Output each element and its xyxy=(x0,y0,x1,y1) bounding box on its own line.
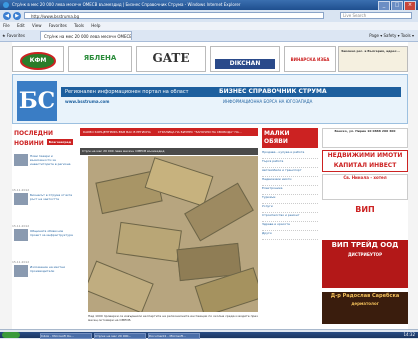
ad-real-estate-line1: НЕДВИЖИМИ ИМОТИ xyxy=(327,152,403,159)
news-thumbnail[interactable] xyxy=(14,229,28,241)
classifieds-category[interactable]: Други xyxy=(262,231,318,240)
ad-doctor[interactable]: Д-р Радослав Саребска дерматолог xyxy=(322,292,408,324)
site-header: БС Регионален информационен портал на об… xyxy=(12,74,408,124)
ad-vip-trade[interactable]: ВИП ТРЕЙД ООД ДИСТРИБУТОР xyxy=(322,240,408,288)
news-item[interactable]: 15.11.2012 Изложение на местни производи… xyxy=(12,260,74,277)
classifieds-category[interactable]: Туризъм xyxy=(262,195,318,204)
ad-real-estate-line2: КАПИТАЛ ИНВЕСТ xyxy=(333,162,397,169)
classifieds-category[interactable]: Услуги xyxy=(262,204,318,213)
ad-vip-trade-line2: ДИСТРИБУТОР xyxy=(347,252,383,257)
classifieds-heading: МАЛКИ ОБЯВИ xyxy=(262,128,318,148)
header-subtitle: ИНФОРМАЦИОННА БОРСА НА ЮГОЗАПАДА xyxy=(223,99,313,104)
classifieds-heading-line2: ОБЯВИ xyxy=(264,138,288,145)
banner-kfm-logo: КФМ xyxy=(20,52,56,70)
site-logo[interactable]: БС xyxy=(17,81,57,121)
category-bar: КАКВО КОНЦЕНТРИРА ВЪВ ВАС В РЕГИОНА СТРА… xyxy=(80,128,258,136)
region-tag[interactable]: Благоевград xyxy=(46,139,73,145)
taskbar-item[interactable]: Inbox - Microsoft Ou... xyxy=(40,333,92,339)
latest-news-heading: ПОСЛЕДНИ НОВИНИ Благоевград xyxy=(12,128,74,150)
story-photo[interactable] xyxy=(88,156,258,312)
ad-vip-logo[interactable]: ВИП xyxy=(322,202,408,236)
story-headline[interactable]: Стр/н на мес 20 000 лева месечн ОМЕСВ въ… xyxy=(80,148,258,155)
ad-vip-trade-line1: ВИП ТРЕЙД ООД xyxy=(331,241,399,249)
category-link[interactable]: СТРАНИЦА НА БИЗНЕС "ЗАПОЧНИ НА СВОБОДА" … xyxy=(155,130,245,134)
site-tagline: Регионален информационен портал на облас… xyxy=(65,89,189,95)
main-story-column: КАКВО КОНЦЕНТРИРА ВЪВ ВАС В РЕГИОНА СТРА… xyxy=(80,128,258,329)
story-caption: Над 1000 проверки са извършили експертит… xyxy=(88,314,258,322)
banknote-image xyxy=(88,260,154,312)
banner-notice[interactable]: Законно рег. в България, адрес... xyxy=(338,46,408,72)
menu-help[interactable]: Help xyxy=(88,22,103,30)
menu-view[interactable]: View xyxy=(29,22,45,30)
back-arrow-icon[interactable]: ◀ xyxy=(3,12,11,20)
banknote-image xyxy=(116,221,182,263)
news-date: 15.11.2012 xyxy=(12,188,30,192)
news-title[interactable]: Бизнесът в Струма отчита ръст на заетост… xyxy=(30,193,74,201)
start-button[interactable] xyxy=(2,332,20,338)
window-title: Стр/нк в мес 20 000 лева месечн ОМЕСВ въ… xyxy=(12,2,241,7)
window-title-bar: Стр/нк в мес 20 000 лева месечн ОМЕСВ въ… xyxy=(0,0,418,11)
classifieds-category-list: Продава - купува и работа Търся работа А… xyxy=(262,150,318,240)
clock: 14:32 xyxy=(403,332,415,337)
favorites-button[interactable]: ★ Favorites xyxy=(2,32,25,39)
ad-doctor-line1: Д-р Радослав Саребска xyxy=(330,293,400,299)
command-bar[interactable]: Page ▾ Safety ▾ Tools ▾ xyxy=(369,32,414,39)
banner-yablena[interactable]: ЯБЛЕНА xyxy=(68,46,132,72)
latest-news-column: ПОСЛЕДНИ НОВИНИ Благоевград Нови пазари … xyxy=(12,128,74,329)
banner-gate-logo: GATE xyxy=(152,51,190,65)
classifieds-category[interactable]: Автомобили и транспорт xyxy=(262,168,318,177)
banner-yablena-logo: ЯБЛЕНА xyxy=(83,54,117,62)
ad-bansko[interactable]: Банско, ул. Пирин 10 0888 200 400 xyxy=(322,128,408,148)
classifieds-category[interactable]: Недвижими имоти xyxy=(262,177,318,186)
news-title[interactable]: Изложение на местни производители xyxy=(30,265,74,273)
classifieds-category[interactable]: Здраве и красота xyxy=(262,222,318,231)
banner-winery-text: ВИНАРСКА ИЗБА xyxy=(290,57,330,62)
directory-name: БИЗНЕС СПРАВОЧНИК СТРУМА xyxy=(219,88,327,95)
news-thumbnail[interactable] xyxy=(14,265,28,277)
news-date: 15.11.2012 xyxy=(12,224,30,228)
classifieds-category[interactable]: Строителство и ремонт xyxy=(262,213,318,222)
news-thumbnail[interactable] xyxy=(14,154,28,166)
news-title[interactable]: Нови пазари и възможности за инвеститори… xyxy=(30,154,74,166)
tab-bar: ★ Favorites Стр/нк на мес 20 000 лева ме… xyxy=(0,30,418,42)
classifieds-category[interactable]: Електроника xyxy=(262,186,318,195)
classifieds-column: МАЛКИ ОБЯВИ Продава - купува и работа Тъ… xyxy=(262,128,408,329)
classifieds-heading-line1: МАЛКИ xyxy=(264,130,290,137)
taskbar-item[interactable]: Document1 - Microsoft... xyxy=(148,333,200,339)
news-item[interactable]: 15.11.2012 Общината обяви нов проект за … xyxy=(12,224,74,241)
news-thumbnail[interactable] xyxy=(14,193,28,205)
taskbar-item[interactable]: Стр/нк на мес 20 000... xyxy=(94,333,146,339)
ad-real-estate[interactable]: НЕДВИЖИМИ ИМОТИ КАПИТАЛ ИНВЕСТ xyxy=(322,150,408,172)
banner-dikchan-logo: DIKCHAN xyxy=(215,59,275,69)
search-input[interactable]: Live Search xyxy=(340,12,412,19)
taskbar: Inbox - Microsoft Ou... Стр/нк на мес 20… xyxy=(0,332,418,339)
ad-hotel[interactable]: Св. Никола - хотел xyxy=(322,174,408,200)
site-url[interactable]: www.bsstruma.com xyxy=(65,99,109,104)
url-input[interactable]: http://www.bsstruma.bg xyxy=(24,12,324,19)
category-link[interactable]: КАКВО КОНЦЕНТРИРА ВЪВ ВАС В РЕГИОНА xyxy=(80,130,154,134)
banner-notice-text: Законно рег. в България, адрес... xyxy=(341,49,400,53)
news-title[interactable]: Общината обяви нов проект за инфраструкт… xyxy=(30,229,74,237)
classifieds-category[interactable]: Търся работа xyxy=(262,159,318,168)
favorites-label: Favorites xyxy=(6,33,25,38)
news-date: 15.11.2012 xyxy=(12,260,30,264)
latest-news-heading-line1: ПОСЛЕДНИ xyxy=(14,130,53,137)
banner-winery[interactable]: ВИНАРСКА ИЗБА xyxy=(284,46,336,72)
classifieds-category[interactable]: Продава - купува и работа xyxy=(262,150,318,159)
address-bar: ◀ ▶ http://www.bsstruma.bg Live Search xyxy=(0,10,418,22)
banner-kfm[interactable]: КФМ xyxy=(12,46,64,72)
banner-dikchan[interactable]: DIKCHAN xyxy=(210,46,280,72)
site-container: КФМ ЯБЛЕНА GATE DIKCHAN ВИНАРСКА ИЗБА За… xyxy=(12,42,408,329)
menu-file[interactable]: File xyxy=(0,22,13,30)
menu-tools[interactable]: Tools xyxy=(71,22,87,30)
menu-edit[interactable]: Edit xyxy=(14,22,28,30)
web-page: КФМ ЯБЛЕНА GATE DIKCHAN ВИНАРСКА ИЗБА За… xyxy=(0,42,418,329)
forward-arrow-icon[interactable]: ▶ xyxy=(13,12,21,20)
ad-doctor-line2: дерматолог xyxy=(351,301,379,306)
ie-icon xyxy=(3,2,9,8)
banner-gate[interactable]: GATE xyxy=(136,46,206,72)
menu-favorites[interactable]: Favorites xyxy=(46,22,70,30)
news-item[interactable]: 15.11.2012 Бизнесът в Струма отчита ръст… xyxy=(12,188,74,205)
active-tab[interactable]: Стр/нк на мес 20 000 лева месечн ОМЕСВ Б… xyxy=(40,31,132,40)
